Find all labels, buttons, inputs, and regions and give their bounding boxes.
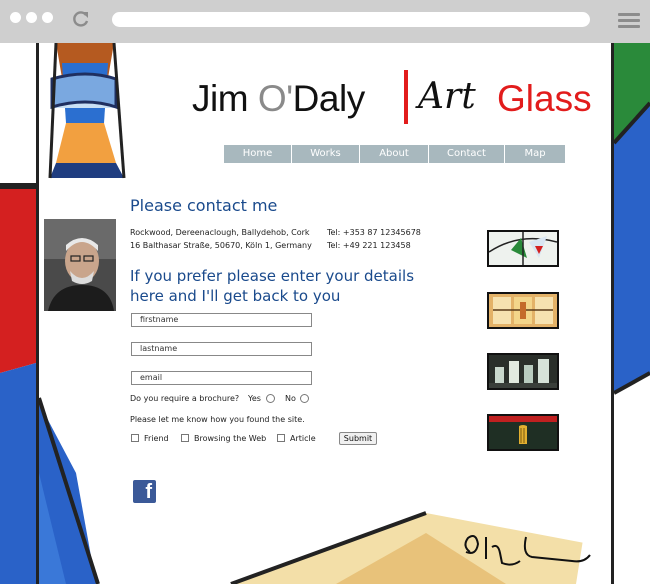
browsing-checkbox[interactable] (181, 434, 189, 442)
logo-first-name: Jim (192, 78, 258, 119)
work-thumbnail-1[interactable] (487, 230, 559, 267)
friend-checkbox[interactable] (131, 434, 139, 442)
logo-name[interactable]: Jim O'Daly (192, 78, 365, 120)
nav-about[interactable]: About (360, 145, 429, 163)
logo-surname: Daly (292, 78, 366, 119)
address-germany: 16 Balthasar Straße, 50670, Köln 1, Germ… (130, 241, 312, 250)
artist-photo (44, 219, 116, 311)
hamburger-menu-icon[interactable] (618, 13, 640, 29)
phone-germany: Tel: +49 221 123458 (327, 241, 411, 250)
work-thumbnail-2[interactable] (487, 292, 559, 329)
lastname-input[interactable]: lastname (131, 342, 312, 356)
logo-glass-text: Glass (497, 78, 592, 119)
submit-button[interactable]: Submit (339, 432, 377, 445)
work-thumbnail-3[interactable] (487, 353, 559, 390)
logo-o-prefix: O' (257, 78, 293, 119)
friend-label: Friend (144, 434, 169, 443)
brochure-question: Do you require a brochure? (130, 394, 240, 403)
window-dot-icon[interactable] (26, 12, 37, 23)
logo-art-text: Art (418, 76, 476, 117)
brochure-no-label: No (285, 394, 296, 403)
facebook-icon[interactable]: f (133, 480, 156, 503)
nav-map[interactable]: Map (505, 145, 566, 163)
brochure-yes-label: Yes (248, 394, 261, 403)
article-checkbox[interactable] (277, 434, 285, 442)
address-ireland: Rockwood, Dereenaclough, Ballydehob, Cor… (130, 228, 310, 237)
email-input[interactable]: email (131, 371, 312, 385)
phone-ireland: Tel: +353 87 12345678 (327, 228, 421, 237)
browser-chrome (0, 0, 650, 43)
main-nav: Home Works About Contact Map (224, 145, 566, 163)
firstname-input[interactable]: firstname (131, 313, 312, 327)
form-heading: If you prefer please enter your details … (130, 267, 415, 305)
contact-heading: Please contact me (130, 196, 278, 215)
found-question: Please let me know how you found the sit… (130, 415, 305, 424)
nav-works[interactable]: Works (292, 145, 360, 163)
address-bar[interactable] (112, 12, 590, 27)
window-dot-icon[interactable] (42, 12, 53, 23)
nav-contact[interactable]: Contact (429, 145, 505, 163)
browsing-label: Browsing the Web (194, 434, 267, 443)
article-label: Article (290, 434, 316, 443)
logo-divider (404, 70, 408, 124)
nav-home[interactable]: Home (224, 145, 292, 163)
brochure-no-radio[interactable] (300, 394, 309, 403)
work-thumbnail-4[interactable] (487, 414, 559, 451)
window-dot-icon[interactable] (10, 12, 21, 23)
reload-icon[interactable] (71, 9, 91, 29)
brochure-yes-radio[interactable] (266, 394, 275, 403)
